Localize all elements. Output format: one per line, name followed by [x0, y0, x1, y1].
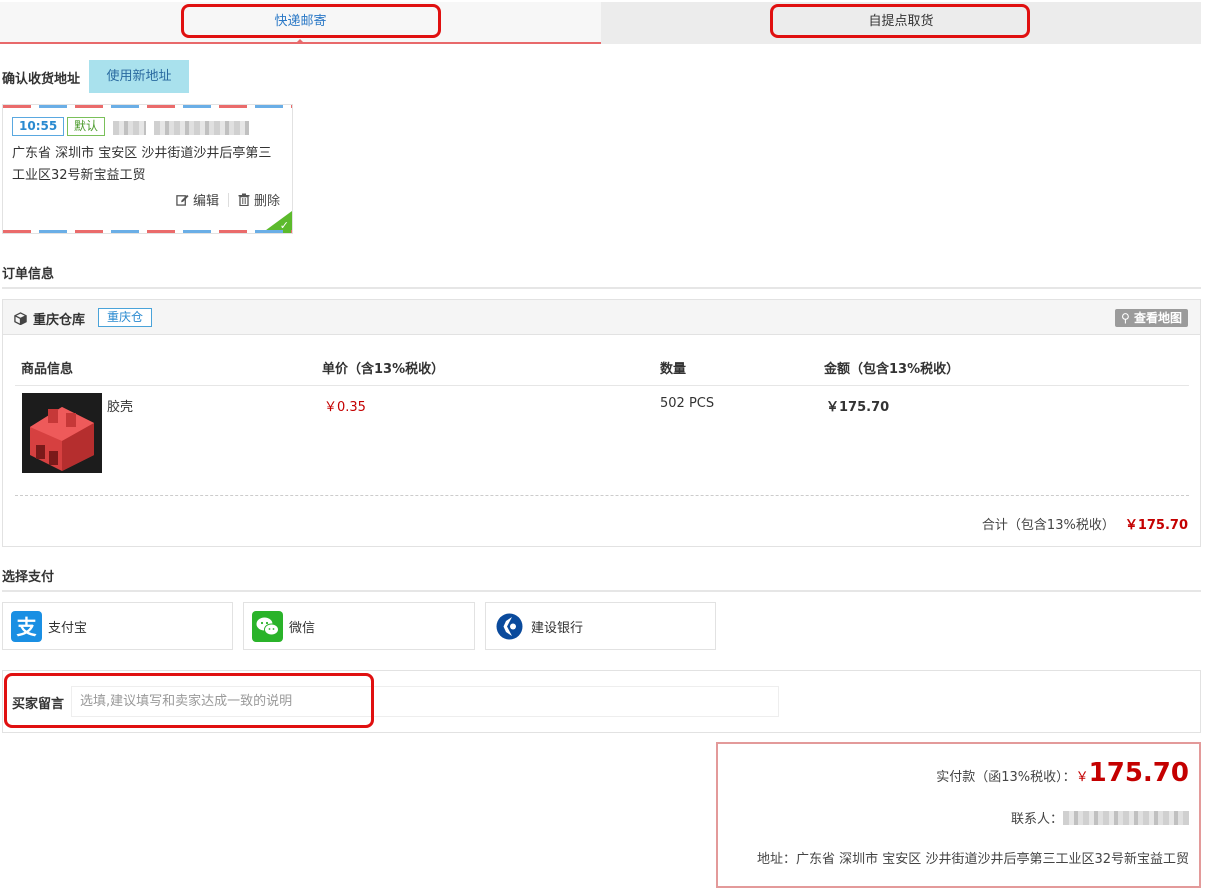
- subtotal-divider: [15, 495, 1189, 496]
- alipay-label: 支付宝: [48, 620, 88, 636]
- payment-summary: 实付款（函13%税收）：￥175.70 联系人： 地址：广东省 深圳市 宝安区 …: [716, 742, 1201, 888]
- connector-housing-image: [22, 393, 102, 473]
- tab-pickup-label: 自提点取货: [868, 14, 934, 29]
- blurred-contact: [1063, 810, 1189, 825]
- tab-express-label: 快递邮寄: [274, 14, 327, 29]
- product-amount: ￥175.70: [826, 400, 890, 415]
- svg-text:支: 支: [17, 615, 38, 639]
- product-quantity: 502 PCS: [660, 396, 715, 411]
- envelope-stripe-bottom: [3, 230, 292, 233]
- warehouse-panel: 重庆仓库 重庆仓 ⚲ 查看地图 商品信息 单价（含13%税收） 数量 金额（包含…: [2, 299, 1201, 547]
- subtotal-label: 合计（包含13%税收）: [981, 518, 1115, 533]
- ccb-label: 建设银行: [531, 620, 584, 636]
- subtotal: 合计（包含13%税收） ￥175.70: [982, 514, 1188, 533]
- buyer-message-input[interactable]: [71, 686, 779, 717]
- product-thumbnail[interactable]: [22, 393, 102, 473]
- paid-amount-label: 实付款（函13%税收）：: [936, 770, 1076, 785]
- tab-self-pickup[interactable]: 自提点取货: [601, 2, 1201, 44]
- payment-section-divider: [2, 590, 1201, 592]
- trash-icon: [238, 193, 250, 206]
- column-unit-price: 单价（含13%税收）: [322, 362, 445, 377]
- delete-label: 删除: [253, 194, 280, 209]
- delivery-tabs: 快递邮寄 自提点取货: [0, 0, 1201, 44]
- payment-section-title: 选择支付: [2, 570, 55, 585]
- blurred-recipient-phone: [154, 121, 249, 135]
- contact-row: 联系人：: [1011, 808, 1189, 827]
- active-tab-caret: [295, 39, 305, 44]
- contact-label: 联系人：: [1010, 812, 1063, 827]
- paid-amount-row: 实付款（函13%税收）：￥175.70: [936, 758, 1189, 788]
- box-icon: [14, 312, 27, 325]
- alipay-icon: 支: [11, 610, 42, 642]
- default-tag: 默认: [67, 117, 106, 136]
- delete-address-link[interactable]: 删除: [238, 190, 280, 209]
- address-card[interactable]: 10:55 默认 广东省 深圳市 宝安区 沙井街道沙井后亭第三工业区32号新宝益…: [2, 104, 293, 234]
- table-header-divider: [15, 385, 1189, 386]
- edit-icon: [176, 194, 189, 206]
- edit-address-link[interactable]: 编辑: [176, 190, 219, 209]
- payment-option-alipay[interactable]: 支 支付宝: [2, 602, 233, 650]
- shipping-address-row: 地址：广东省 深圳市 宝安区 沙井街道沙井后亭第三工业区32号新宝益工贸: [757, 848, 1189, 867]
- product-name[interactable]: 胶壳: [107, 396, 133, 415]
- payment-option-wechat[interactable]: 微信: [243, 602, 475, 650]
- buyer-message-label: 买家留言: [12, 697, 65, 712]
- warehouse-badge: 重庆仓: [98, 308, 153, 327]
- column-product: 商品信息: [21, 362, 74, 377]
- address-section-title: 确认收货地址: [2, 72, 81, 87]
- address-text: 广东省 深圳市 宝安区 沙井街道沙井后亭第三工业区32号新宝益工贸: [12, 146, 272, 183]
- product-unit-price: ￥0.35: [324, 400, 366, 415]
- order-section-divider: [2, 287, 1201, 289]
- column-quantity: 数量: [660, 362, 687, 377]
- view-map-button[interactable]: ⚲ 查看地图: [1115, 309, 1188, 327]
- buyer-message-section: 买家留言: [2, 670, 1201, 733]
- action-divider: [227, 192, 229, 207]
- column-amount: 金额（包含13%税收）: [824, 362, 960, 377]
- ccb-icon: [494, 611, 525, 642]
- warehouse-name: 重庆仓库: [14, 309, 85, 328]
- order-section-title: 订单信息: [2, 267, 55, 282]
- blurred-recipient-name: [113, 121, 146, 135]
- shipping-address-text: 广东省 深圳市 宝安区 沙井街道沙井后亭第三工业区32号新宝益工贸: [796, 852, 1189, 867]
- warehouse-name-label: 重庆仓库: [33, 313, 86, 328]
- view-map-label: 查看地图: [1133, 311, 1182, 325]
- payment-option-ccb[interactable]: 建设银行: [485, 602, 716, 650]
- paid-amount: ￥175.70: [1075, 758, 1189, 788]
- envelope-stripe-top: [3, 105, 292, 108]
- map-pin-icon: ⚲: [1121, 311, 1130, 325]
- paid-amount-value: 175.70: [1088, 758, 1189, 788]
- time-tag: 10:55: [12, 117, 65, 136]
- currency-symbol: ￥: [1075, 770, 1089, 785]
- tab-express-delivery[interactable]: 快递邮寄: [0, 2, 601, 44]
- wechat-icon: [252, 610, 283, 642]
- shipping-address-label: 地址：: [757, 852, 797, 867]
- warehouse-header: 重庆仓库 重庆仓 ⚲ 查看地图: [3, 300, 1200, 335]
- use-new-address-button[interactable]: 使用新地址: [89, 60, 189, 93]
- wechat-label: 微信: [289, 620, 316, 636]
- address-actions: 编辑 删除: [176, 190, 280, 209]
- subtotal-amount: ￥175.70: [1124, 518, 1188, 533]
- edit-label: 编辑: [192, 194, 219, 209]
